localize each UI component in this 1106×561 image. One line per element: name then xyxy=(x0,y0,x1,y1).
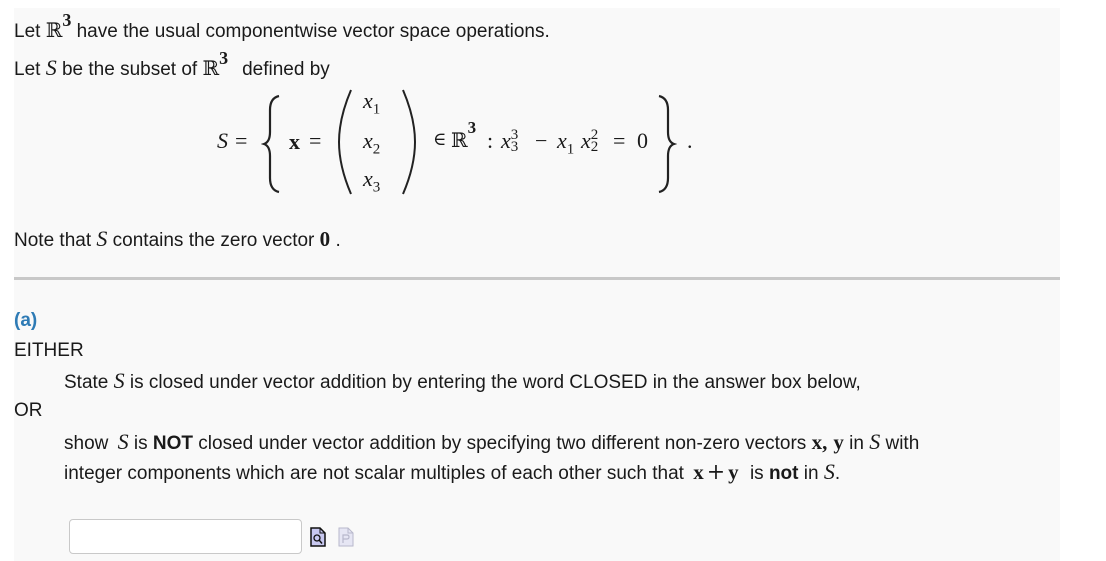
not-emphasis: NOT xyxy=(152,433,194,454)
component-x1: x1 xyxy=(363,88,381,118)
formula-period: . xyxy=(687,128,693,153)
real-space-symbol: ℝ xyxy=(202,56,220,80)
left-paren-icon xyxy=(337,89,352,195)
intro-text: Let xyxy=(14,59,46,80)
set-symbol: S xyxy=(96,226,108,251)
formula-x3-cubed: x33 xyxy=(501,126,519,155)
instruction-text: closed under vector addition by specifyi… xyxy=(193,433,812,454)
note-text: contains the zero vector xyxy=(107,230,320,251)
set-definition-formula: S = x = x1 x2 x3 ∈ ℝ3 : x33 − x1 x22 = 0… xyxy=(215,86,715,198)
note-text: . xyxy=(330,230,341,251)
right-brace-icon xyxy=(658,94,677,194)
instruction-text: State xyxy=(64,372,114,393)
answer-input[interactable] xyxy=(69,519,302,554)
formula-equals: = xyxy=(309,128,322,153)
state-closed-instruction: State S is closed under vector addition … xyxy=(64,369,861,395)
set-symbol: S xyxy=(117,429,129,454)
preview-icon[interactable] xyxy=(310,527,326,547)
set-symbol: S xyxy=(113,368,125,393)
intro-text: Let xyxy=(14,21,46,42)
formula-minus: − xyxy=(535,128,548,153)
exponent: 3 xyxy=(219,47,229,68)
instruction-text: in xyxy=(843,433,870,454)
instruction-text: show xyxy=(64,433,114,454)
formula-equals: = xyxy=(235,128,248,153)
intro-line-1: Let ℝ3 have the usual componentwise vect… xyxy=(14,11,550,44)
instruction-text: is closed under vector addition by enter… xyxy=(124,372,861,393)
instruction-text: with xyxy=(880,433,920,454)
set-symbol: S xyxy=(45,55,57,80)
formula-x1: x1 xyxy=(557,128,575,158)
set-symbol: S xyxy=(869,429,881,454)
section-divider xyxy=(14,277,1060,280)
part-a-label: (a) xyxy=(14,310,38,331)
vector-y-symbol: y xyxy=(728,460,739,484)
vector-x-symbol: x xyxy=(693,460,704,484)
formula-colon: : xyxy=(487,128,494,153)
either-label: EITHER xyxy=(14,340,84,361)
formula-zero: 0 xyxy=(637,128,648,153)
vector-y-symbol: y xyxy=(833,430,844,454)
component-x2: x2 xyxy=(363,128,381,158)
intro-text: be the subset of xyxy=(56,59,203,80)
instruction-text: is xyxy=(744,463,769,484)
instruction-text: in xyxy=(798,463,824,484)
formula-x2-squared: x22 xyxy=(581,126,599,155)
formula-vector-x: x xyxy=(289,129,300,154)
formula-equals: = xyxy=(613,128,626,153)
show-not-closed-instruction-line-1: show S is NOT closed under vector additi… xyxy=(64,430,919,456)
instruction-text: integer components which are not scalar … xyxy=(64,463,690,484)
formula-real-space: ℝ3 xyxy=(451,118,477,152)
plus-symbol: + xyxy=(706,460,726,485)
note-line: Note that S contains the zero vector 0 . xyxy=(14,227,341,253)
formula-set-symbol: S xyxy=(217,128,228,153)
instruction-text: . xyxy=(834,463,841,484)
zero-vector-symbol: 0 xyxy=(319,227,331,251)
right-paren-icon xyxy=(402,89,417,195)
intro-line-2: Let S be the subset of ℝ3 defined by xyxy=(14,49,330,82)
intro-text: defined by xyxy=(242,59,330,80)
left-brace-icon xyxy=(261,94,280,194)
or-label: OR xyxy=(14,400,43,421)
real-space-symbol: ℝ xyxy=(45,18,63,42)
note-text: Note that xyxy=(14,230,97,251)
instruction-text: is xyxy=(128,433,153,454)
show-not-closed-instruction-line-2: integer components which are not scalar … xyxy=(64,460,840,486)
formula-member-of: ∈ xyxy=(433,129,447,149)
component-x3: x3 xyxy=(363,166,381,196)
set-symbol: S xyxy=(823,459,835,484)
palette-icon[interactable] xyxy=(338,527,354,547)
not-emphasis: not xyxy=(768,463,799,484)
intro-text: have the usual componentwise vector spac… xyxy=(71,21,550,42)
exponent: 3 xyxy=(62,9,72,30)
vector-x-symbol: x, xyxy=(811,430,828,454)
